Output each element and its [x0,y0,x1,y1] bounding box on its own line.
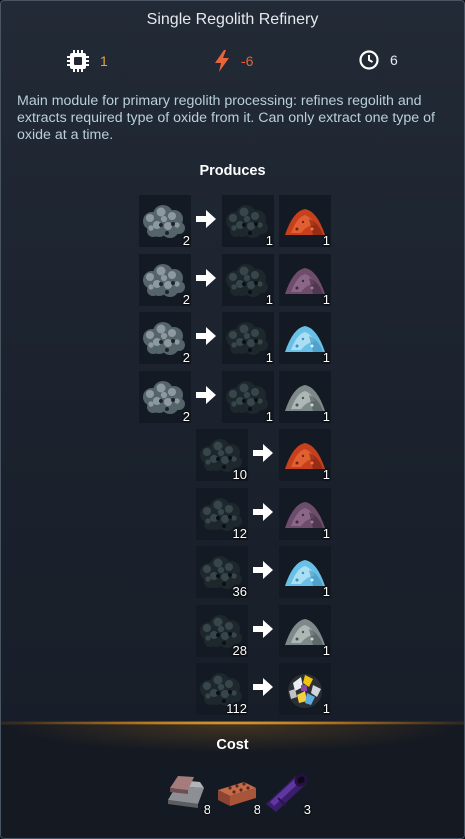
item-count: 1 [322,584,330,599]
arrow-right-icon [252,560,274,580]
item-count: 2 [182,233,190,248]
input-slot[interactable]: 36 [196,546,248,599]
output-slot[interactable]: 1 [279,605,331,658]
arrow-right-icon [252,619,274,639]
module-count: 1 [100,53,108,69]
module-stat: 1 [66,49,108,73]
produces-heading: Produces [199,163,266,179]
input-slot[interactable]: 112 [196,663,248,716]
time-stat: 6 [358,49,398,71]
item-count: 1 [322,701,330,716]
item-count: 2 [182,409,190,424]
lightning-icon [213,49,231,73]
power-stat: -6 [213,49,253,73]
item-count: 12 [232,526,247,541]
output-slot[interactable]: 1 [279,195,331,248]
chip-icon [66,49,90,73]
power-value: -6 [241,53,254,69]
item-count: 1 [322,292,330,307]
item-count: 1 [265,233,273,248]
arrow-right-icon [195,385,217,405]
item-count: 1 [322,467,330,482]
output-slot[interactable]: 1 [222,371,274,424]
item-count: 1 [322,233,330,248]
item-count: 36 [232,584,247,599]
cost-slot[interactable]: 3 [260,764,312,817]
output-slot[interactable]: 1 [222,254,274,307]
output-slot[interactable]: 1 [279,254,331,307]
cost-slot[interactable]: 8 [160,764,212,817]
item-count: 3 [303,802,311,817]
item-count: 1 [322,350,330,365]
arrow-right-icon [195,326,217,346]
time-value: 6 [390,52,398,68]
arrow-right-icon [195,209,217,229]
item-count: 28 [232,643,247,658]
arrow-right-icon [252,502,274,522]
item-count: 1 [322,409,330,424]
item-count: 112 [226,701,247,716]
cost-heading: Cost [216,737,249,753]
clock-icon [358,49,380,71]
input-slot[interactable]: 28 [196,605,248,658]
panel-title: Single Regolith Refinery [146,11,319,28]
output-slot[interactable]: 1 [222,312,274,365]
input-slot[interactable]: 2 [139,195,191,248]
cost-slot[interactable]: 8 [210,764,262,817]
output-slot[interactable]: 1 [279,429,331,482]
item-count: 2 [182,292,190,307]
item-count: 1 [265,292,273,307]
item-count: 1 [265,350,273,365]
item-count: 1 [265,409,273,424]
item-count: 2 [182,350,190,365]
output-slot[interactable]: 1 [279,371,331,424]
output-slot[interactable]: 1 [279,488,331,541]
output-slot[interactable]: 1 [279,663,331,716]
output-slot[interactable]: 1 [222,195,274,248]
section-divider [1,721,464,725]
input-slot[interactable]: 2 [139,371,191,424]
output-slot[interactable]: 1 [279,312,331,365]
arrow-right-icon [195,268,217,288]
output-slot[interactable]: 1 [279,546,331,599]
item-count: 10 [232,467,247,482]
input-slot[interactable]: 12 [196,488,248,541]
input-slot[interactable]: 2 [139,254,191,307]
module-description: Main module for primary regolith process… [17,93,435,143]
arrow-right-icon [252,443,274,463]
input-slot[interactable]: 2 [139,312,191,365]
arrow-right-icon [252,677,274,697]
item-count: 1 [322,643,330,658]
input-slot[interactable]: 10 [196,429,248,482]
refinery-info-panel: Single Regolith Refinery 1 -6 6 Main mod… [0,0,465,839]
item-count: 1 [322,526,330,541]
